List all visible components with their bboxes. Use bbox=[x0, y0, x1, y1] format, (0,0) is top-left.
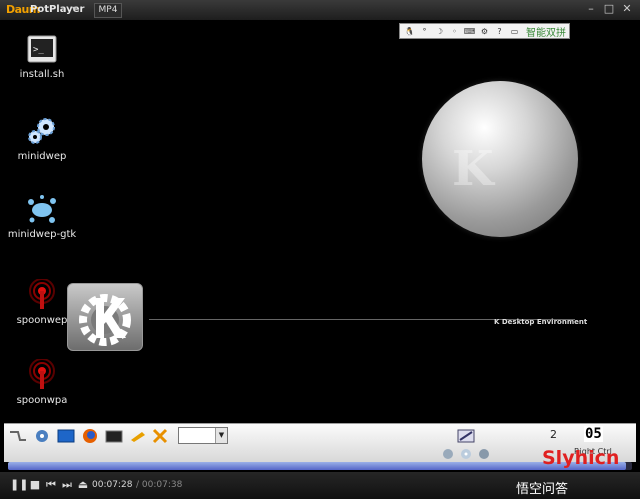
splash-icon bbox=[26, 193, 58, 225]
format-tab[interactable]: MP4 bbox=[94, 3, 122, 18]
splash-label: K Desktop Environment bbox=[494, 318, 588, 326]
penguin-icon[interactable]: 🐧 bbox=[403, 26, 416, 37]
previous-icon[interactable]: ⏮ bbox=[44, 478, 58, 492]
punctuation-icon[interactable]: ° bbox=[418, 26, 431, 37]
current-time: 00:07:28 bbox=[92, 480, 133, 490]
app-title-menu[interactable]: PotPlayer bbox=[30, 4, 84, 15]
desktop-icon-label: minidwep-gtk bbox=[7, 229, 77, 240]
kde-watermark-letter: K bbox=[452, 141, 494, 197]
page-number: 2 bbox=[550, 428, 557, 441]
close-x-icon[interactable] bbox=[150, 428, 170, 444]
antenna-icon bbox=[26, 278, 58, 311]
keyboard-icon[interactable]: ▭ bbox=[508, 26, 521, 37]
minimize-button[interactable]: – bbox=[585, 3, 597, 15]
next-icon[interactable]: ⏭ bbox=[60, 478, 74, 492]
eject-icon[interactable]: ⏏ bbox=[76, 478, 90, 491]
watermark-logo: Slyhicn bbox=[542, 447, 620, 469]
clock: 05 bbox=[584, 426, 603, 442]
firefox-icon[interactable] bbox=[80, 428, 100, 444]
terminal-icon: >_ bbox=[26, 33, 58, 65]
time-separator: / bbox=[136, 480, 140, 490]
desktop-icon-minidwep-gtk[interactable]: minidwep-gtk bbox=[5, 193, 79, 241]
network-icon[interactable] bbox=[32, 428, 52, 444]
seek-progress bbox=[8, 462, 626, 470]
desktop-icon-spoonwpa[interactable]: spoonwpa bbox=[5, 358, 79, 407]
desktop-icon[interactable] bbox=[56, 428, 76, 444]
usb-icon[interactable] bbox=[474, 446, 494, 462]
video-area[interactable]: >_ install.sh minidwep minidwep-gtk spoo… bbox=[4, 21, 636, 423]
gears-icon bbox=[26, 115, 58, 147]
watermark-qa: 悟空问答 bbox=[516, 482, 569, 497]
kde-logo-icon bbox=[67, 283, 143, 351]
tools-icon[interactable]: ⚙ bbox=[478, 26, 491, 37]
pause-icon[interactable]: ❚❚ bbox=[10, 478, 28, 491]
cd-icon[interactable] bbox=[456, 446, 476, 462]
desktop-icon-label: minidwep bbox=[17, 151, 67, 162]
antenna-icon bbox=[26, 358, 58, 391]
kde-menu-icon[interactable] bbox=[8, 428, 28, 444]
maximize-button[interactable]: □ bbox=[603, 3, 615, 15]
stop-icon[interactable]: ■ bbox=[28, 478, 42, 491]
system-tray: 🐧 ° ☽ ◦ ⌨ ⚙ ? ▭ 智能双拼 bbox=[399, 23, 570, 39]
help-icon[interactable]: ? bbox=[493, 26, 506, 37]
desktop-icon-label: spoonwpa bbox=[16, 395, 68, 406]
kde-sphere-graphic: K bbox=[422, 81, 578, 237]
ime-label[interactable]: 智能双拼 bbox=[526, 24, 566, 39]
title-bar: Daum PotPlayer ▾ MP4 – □ ✕ bbox=[0, 0, 640, 21]
desktop-icon-install[interactable]: >_ install.sh bbox=[5, 33, 79, 81]
moon-icon[interactable]: ☽ bbox=[433, 26, 446, 37]
terminal-icon[interactable] bbox=[104, 428, 124, 444]
display-icon[interactable] bbox=[456, 428, 476, 444]
chevron-down-icon[interactable]: ▼ bbox=[215, 428, 227, 443]
soft-keyboard-icon[interactable]: ⌨ bbox=[463, 26, 476, 37]
desktop-icon-minidwep[interactable]: minidwep bbox=[5, 115, 79, 163]
pencil-icon[interactable] bbox=[128, 428, 148, 444]
svg-text:>_: >_ bbox=[33, 45, 44, 55]
total-time: / 00:07:38 bbox=[136, 480, 182, 490]
half-width-icon[interactable]: ◦ bbox=[448, 26, 461, 37]
disk-icon[interactable] bbox=[438, 446, 458, 462]
desktop-icon-label: install.sh bbox=[19, 69, 65, 80]
total-time-value: 00:07:38 bbox=[141, 480, 183, 490]
close-button[interactable]: ✕ bbox=[621, 3, 633, 15]
seek-bar[interactable] bbox=[8, 462, 632, 470]
chevron-down-icon[interactable]: ▾ bbox=[72, 4, 76, 13]
desktop-selector[interactable]: ▼ bbox=[178, 427, 228, 444]
